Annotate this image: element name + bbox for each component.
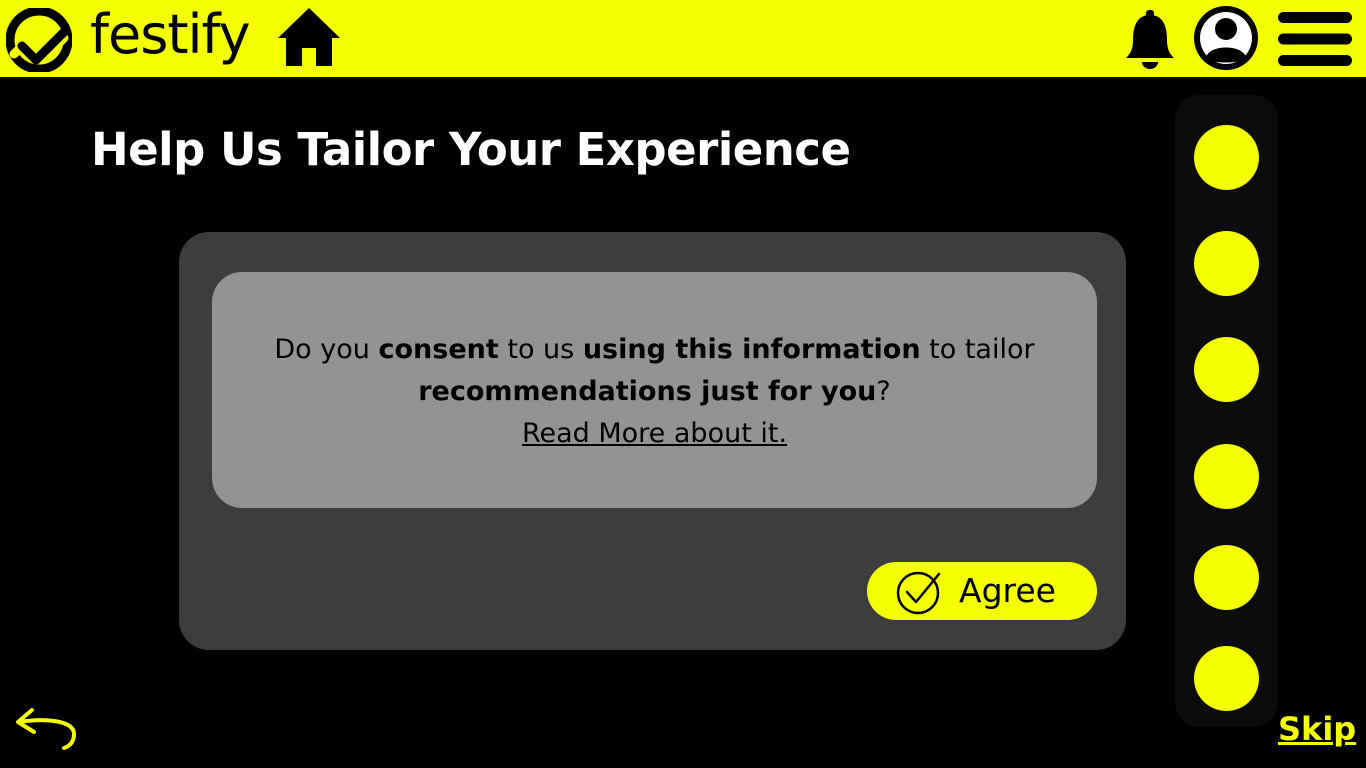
skip-link[interactable]: Skip [1278, 708, 1356, 750]
agree-button[interactable]: Agree [867, 562, 1097, 620]
step-dot-3[interactable] [1194, 337, 1259, 402]
user-avatar-icon[interactable] [1192, 4, 1260, 72]
consent-text-part: ? [876, 376, 891, 407]
check-circle-icon [896, 571, 941, 615]
bell-icon[interactable] [1124, 10, 1176, 70]
consent-text-bold: consent [378, 334, 499, 365]
progress-stepper [1175, 95, 1278, 727]
consent-text-part: Do you [274, 334, 379, 365]
consent-question: Do you consent to us using this informat… [212, 329, 1097, 413]
read-more-link[interactable]: Read More about it. [522, 413, 787, 455]
consent-text-bold: using this information [582, 334, 921, 365]
top-bar: festify [0, 0, 1366, 77]
step-dot-1[interactable] [1194, 125, 1259, 190]
consent-text-part: to tailor [920, 334, 1035, 365]
consent-message-box: Do you consent to us using this informat… [212, 272, 1097, 508]
page-title: Help Us Tailor Your Experience [91, 123, 851, 176]
step-dot-4[interactable] [1194, 444, 1259, 509]
brand-name: festify [90, 3, 251, 66]
step-dot-6[interactable] [1194, 646, 1259, 711]
step-dot-2[interactable] [1194, 231, 1259, 296]
consent-text-bold: recommendations just for you [418, 376, 877, 407]
step-dot-5[interactable] [1194, 545, 1259, 610]
back-arrow-icon[interactable] [14, 706, 80, 752]
agree-button-label: Agree [959, 571, 1056, 610]
consent-card: Do you consent to us using this informat… [179, 232, 1126, 650]
menu-icon[interactable] [1276, 10, 1354, 68]
festify-logo-icon [6, 8, 72, 72]
home-icon[interactable] [276, 4, 342, 68]
consent-text-part: to us [498, 334, 583, 365]
